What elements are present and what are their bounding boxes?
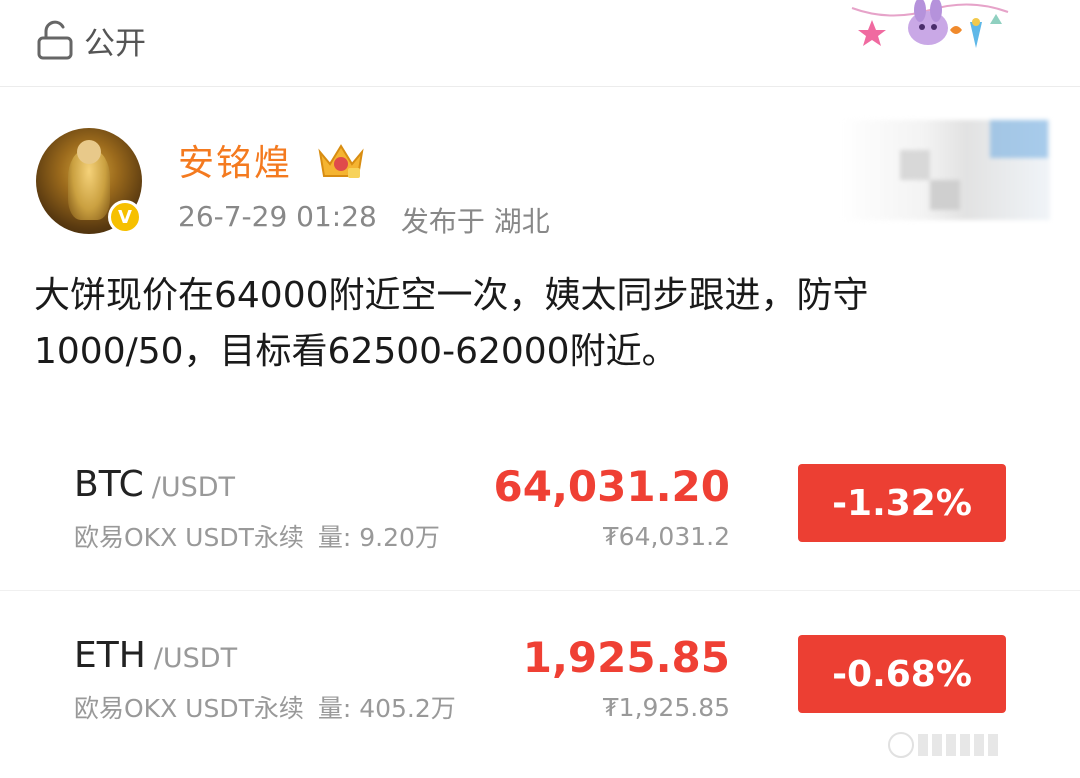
post-text-line: 大饼现价在64000附近空一次，姨太同步跟进，防守 xyxy=(34,275,869,316)
volume: 量: 405.2万 xyxy=(317,694,456,723)
last-price: 64,031.20 xyxy=(493,462,730,511)
price-usdt: ₮1,925.85 xyxy=(602,693,730,722)
exchange-info: 欧易OKX USDT永续 量: 405.2万 xyxy=(74,689,456,725)
lock-open-icon xyxy=(37,20,73,60)
pair-quote: /USDT xyxy=(151,472,235,503)
celebration-decoration xyxy=(851,0,1009,48)
pair-base: BTC xyxy=(74,464,144,505)
verified-v-icon: V xyxy=(108,200,142,234)
market-quote-list: BTC/USDT 欧易OKX USDT永续 量: 9.20万 64,031.20 … xyxy=(0,420,1080,761)
pair-quote: /USDT xyxy=(153,643,238,674)
post-meta: 26-7-29 01:28 发布于 湖北 xyxy=(178,200,550,240)
volume: 量: 9.20万 xyxy=(317,523,440,552)
visibility-selector[interactable]: 公开 xyxy=(36,18,146,62)
exchange-name: 欧易OKX USDT永续 xyxy=(74,694,304,723)
post-timestamp: 26-7-29 01:28 xyxy=(178,200,377,233)
change-percent-badge[interactable]: -0.68% xyxy=(798,635,1006,713)
exchange-name: 欧易OKX USDT永续 xyxy=(74,523,304,552)
post-text-line: 1000/50，目标看62500-62000附近。 xyxy=(34,331,678,372)
blurred-region xyxy=(840,120,1050,220)
last-price: 1,925.85 xyxy=(522,633,730,682)
crown-badge-icon[interactable] xyxy=(316,138,366,182)
post-body: 大饼现价在64000附近空一次，姨太同步跟进，防守 1000/50，目标看625… xyxy=(34,268,1034,380)
price-usdt: ₮64,031.2 xyxy=(602,522,730,551)
watermark xyxy=(888,730,1058,760)
top-bar: 公开 xyxy=(0,0,1080,87)
exchange-info: 欧易OKX USDT永续 量: 9.20万 xyxy=(74,518,440,554)
post-location: 发布于 湖北 xyxy=(400,205,550,238)
pair-base: ETH xyxy=(74,635,146,676)
quote-row-btc[interactable]: BTC/USDT 欧易OKX USDT永续 量: 9.20万 64,031.20 … xyxy=(0,420,1080,590)
change-percent-badge[interactable]: -1.32% xyxy=(798,464,1006,542)
trading-pair: ETH/USDT xyxy=(74,635,237,676)
username[interactable]: 安铭煌 xyxy=(178,134,292,186)
trading-pair: BTC/USDT xyxy=(74,464,235,505)
visibility-label: 公开 xyxy=(84,25,146,62)
